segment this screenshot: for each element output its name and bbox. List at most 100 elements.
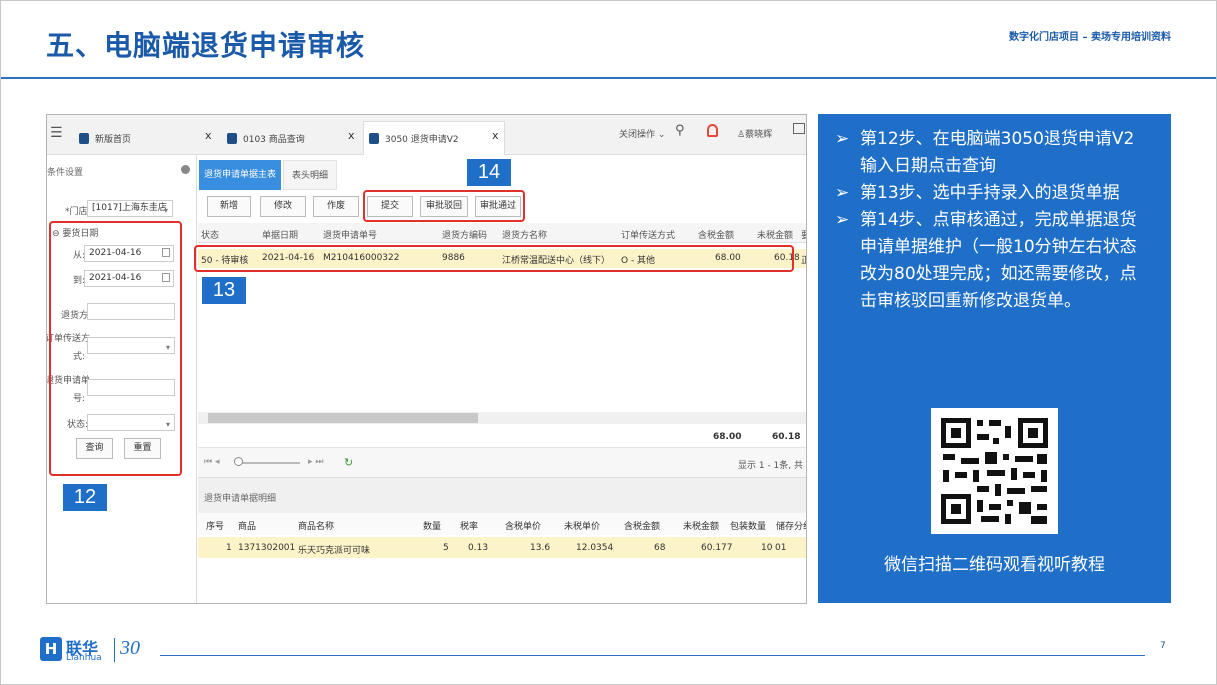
- step-line: 输入日期点击查询: [860, 156, 996, 176]
- step-line: 第14步、点审核通过，完成单据退货: [860, 210, 1137, 230]
- column-header[interactable]: 含税单价: [505, 519, 541, 532]
- bullet-icon: ➢: [835, 129, 850, 149]
- column-header[interactable]: 序号: [206, 519, 224, 532]
- close-icon[interactable]: x: [348, 129, 355, 142]
- home-tab-icon: [79, 132, 89, 144]
- search-icon[interactable]: ⚲: [675, 123, 685, 138]
- close-ops-menu[interactable]: 关闭操作 ⌄: [619, 127, 665, 140]
- tab-main-table[interactable]: 退货申请单据主表: [199, 160, 281, 190]
- column-header[interactable]: 退货方编码: [442, 228, 487, 241]
- tab-return-request[interactable]: 3050 退货申请V2: [363, 121, 505, 155]
- title-divider: [1, 77, 1216, 79]
- pager-slider[interactable]: [236, 462, 300, 464]
- horizontal-scrollbar[interactable]: [198, 412, 806, 424]
- net-unit-price-cell: 12.0354: [576, 543, 614, 553]
- store-value: [1017]上海东圭店: [92, 203, 167, 213]
- tab-label: 新版首页: [95, 134, 132, 145]
- app-screenshot: ☰ 新版首页 x 0103 商品查询 x 3050 退货申请V2 x 关闭操作 …: [46, 114, 807, 604]
- step-13-text: 第13步、选中手持录入的退货单据: [860, 180, 1160, 207]
- filter-panel-title: 条件设置: [47, 168, 84, 178]
- logo-en: Lianhua: [66, 653, 102, 663]
- lianhua-logo: H 联华 Lianhua 30: [38, 635, 158, 667]
- user-menu[interactable]: ♙蔡晓辉: [737, 127, 772, 140]
- qr-code-graphic: [941, 418, 1048, 524]
- tab-label: 0103 商品查询: [243, 134, 305, 145]
- column-header[interactable]: 含税金额: [698, 228, 734, 241]
- slide-title: 五、电脑端退货申请审核: [46, 29, 366, 62]
- column-header[interactable]: 未税金额: [683, 519, 719, 532]
- chevron-down-icon: ▾: [163, 206, 168, 215]
- detail-row[interactable]: 1 1371302001 乐天巧克派可可味 5 0.13 13.6 12.035…: [198, 537, 806, 558]
- footer-divider: [160, 655, 1145, 656]
- amount-cell: 68: [654, 543, 666, 553]
- instruction-panel: ➢ 第12步、在电脑端3050退货申请V2 输入日期点击查询 ➢ 第13步、选中…: [818, 114, 1171, 603]
- approve-actions-highlight: [363, 190, 525, 222]
- column-header[interactable]: 未税金额: [757, 228, 793, 241]
- pager-bar: ⏮ ◂ ▸ ⏭ ↻ 显示 1 - 1条, 共 1条: [198, 447, 806, 477]
- step-14-text: 第14步、点审核通过，完成单据退货 申请单据维护（一般10分钟左右状态 改为80…: [860, 207, 1160, 315]
- document-tab-icon: [227, 132, 237, 144]
- new-button[interactable]: 新增: [207, 196, 251, 217]
- detail-title: 退货申请单据明细: [204, 494, 277, 504]
- column-header[interactable]: 未税单价: [564, 519, 600, 532]
- tab-home[interactable]: 新版首页: [79, 121, 219, 155]
- pager-first-icon[interactable]: ⏮ ◂: [204, 457, 219, 467]
- unit-price-cell: 13.6: [530, 543, 551, 553]
- tax-rate-cell: 0.13: [468, 543, 489, 553]
- slide-subtitle: 数字化门店项目 – 卖场专用培训资料: [1009, 32, 1171, 43]
- user-icon: ♙: [737, 130, 746, 140]
- grid-header: 状态 单据日期 退货申请单号 退货方编码 退货方名称 订单传送方式 含税金额 未…: [198, 223, 806, 243]
- tab-label: 3050 退货申请V2: [385, 135, 459, 145]
- extra-cell: 正: [801, 253, 806, 266]
- close-icon[interactable]: x: [492, 129, 499, 142]
- menu-icon[interactable]: ☰: [50, 125, 63, 141]
- column-header[interactable]: 包装数量: [730, 519, 766, 532]
- tab-header-detail[interactable]: 表头明细: [283, 160, 337, 190]
- tab-product-query[interactable]: 0103 商品查询: [227, 121, 357, 155]
- pager-last-icon[interactable]: ▸ ⏭: [308, 457, 323, 467]
- column-header[interactable]: 商品名称: [298, 519, 334, 532]
- refresh-icon[interactable]: ↻: [344, 456, 353, 469]
- monitor-icon[interactable]: [793, 123, 805, 134]
- column-header[interactable]: 状态: [201, 228, 219, 241]
- edit-button[interactable]: 修改: [260, 196, 306, 217]
- column-header[interactable]: 数量: [423, 519, 441, 532]
- logo-30-anniversary: 30: [120, 637, 140, 659]
- step-badge-14: 14: [467, 159, 511, 186]
- column-header[interactable]: 退货方名称: [502, 228, 547, 241]
- pager-status: 显示 1 - 1条, 共 1条: [738, 461, 806, 471]
- qr-code: [931, 408, 1058, 534]
- collapse-icon[interactable]: [181, 165, 190, 174]
- user-name: 蔡晓辉: [745, 130, 773, 140]
- column-header[interactable]: 储存分组: [776, 519, 806, 532]
- step-line: 申请单据维护（一般10分钟左右状态: [860, 237, 1137, 257]
- column-header[interactable]: 单据日期: [262, 228, 298, 241]
- storage-group-cell: 01: [775, 543, 787, 553]
- column-header[interactable]: 订单传送方式: [621, 228, 675, 241]
- bullet-icon: ➢: [835, 210, 850, 230]
- step-line: 第12步、在电脑端3050退货申请V2: [860, 129, 1135, 149]
- net-amount-cell: 60.177: [701, 543, 733, 553]
- step-badge-12: 12: [63, 484, 107, 511]
- product-code-cell: 1371302001: [238, 543, 296, 553]
- seq-cell: 1: [226, 543, 232, 553]
- total-amount: 68.00: [713, 432, 742, 442]
- step-badge-13: 13: [202, 277, 246, 304]
- store-select[interactable]: [1017]上海东圭店 ▾: [87, 200, 173, 217]
- column-header[interactable]: 要: [801, 228, 806, 241]
- close-icon[interactable]: x: [205, 129, 212, 142]
- column-header[interactable]: 退货申请单号: [323, 228, 377, 241]
- total-net-amount: 60.18: [772, 432, 801, 442]
- column-header[interactable]: 含税金额: [624, 519, 660, 532]
- column-header[interactable]: 税率: [460, 519, 478, 532]
- column-header[interactable]: 商品: [238, 519, 256, 532]
- detail-header: 序号 商品 商品名称 数量 税率 含税单价 未税单价 含税金额 未税金额 包装数…: [198, 513, 806, 535]
- product-name-cell: 乐天巧克派可可味: [298, 546, 371, 556]
- scrollbar-thumb[interactable]: [208, 413, 478, 423]
- void-button[interactable]: 作废: [313, 196, 359, 217]
- qr-caption: 微信扫描二维码观看视听教程: [884, 555, 1105, 575]
- slider-handle[interactable]: [234, 457, 243, 466]
- logo-divider: [114, 638, 115, 662]
- bell-icon[interactable]: [707, 124, 718, 137]
- qty-cell: 5: [443, 543, 449, 553]
